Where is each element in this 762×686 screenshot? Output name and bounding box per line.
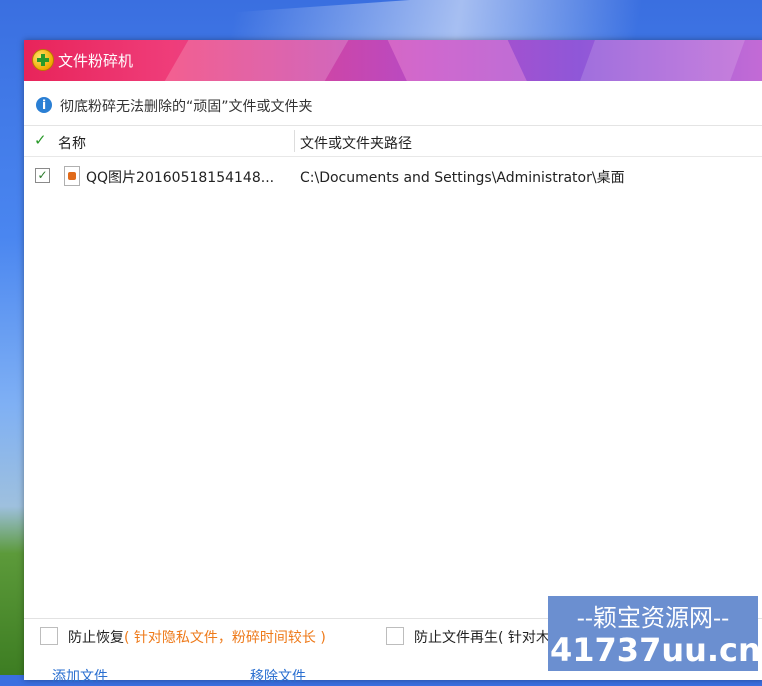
app-icon: [32, 49, 54, 71]
image-file-icon: [64, 166, 80, 186]
title-bar[interactable]: 文件粉碎机: [24, 40, 762, 81]
table-row[interactable]: ✓ QQ图片20160518154148... C:\Documents and…: [24, 162, 762, 190]
file-name: QQ图片20160518154148...: [86, 170, 275, 186]
prevent-regen-checkbox[interactable]: [386, 627, 404, 645]
watermark-logo: --颖宝资源网-- 41737uu.cn: [548, 596, 758, 671]
prevent-regen-label[interactable]: 防止文件再生( 针对木马: [414, 627, 564, 647]
prevent-recovery-label[interactable]: 防止恢复( 针对隐私文件，粉碎时间较长 ): [68, 627, 326, 647]
file-path: C:\Documents and Settings\Administrator\…: [300, 170, 625, 186]
add-file-link[interactable]: 添加文件: [52, 666, 108, 686]
info-bar: i 彻底粉碎无法删除的“顽固”文件或文件夹: [24, 81, 762, 126]
info-text: 彻底粉碎无法删除的“顽固”文件或文件夹: [60, 99, 313, 115]
watermark-bottom-text: 41737uu.cn: [550, 631, 758, 669]
column-separator[interactable]: [294, 130, 295, 152]
prevent-recovery-note: ( 针对隐私文件，粉碎时间较长 ): [124, 630, 326, 646]
column-header-name[interactable]: 名称: [58, 133, 86, 153]
prevent-recovery-text: 防止恢复: [68, 630, 124, 646]
file-shredder-window: 文件粉碎机 i 彻底粉碎无法删除的“顽固”文件或文件夹 ✓ 名称 文件或文件夹路…: [24, 40, 762, 685]
select-all-checkbox[interactable]: ✓: [34, 133, 49, 148]
row-checkbox[interactable]: ✓: [35, 168, 50, 183]
prevent-recovery-checkbox[interactable]: [40, 627, 58, 645]
list-header: ✓ 名称 文件或文件夹路径: [24, 126, 762, 157]
column-header-path[interactable]: 文件或文件夹路径: [300, 133, 412, 153]
window-title: 文件粉碎机: [58, 52, 134, 70]
remove-file-link[interactable]: 移除文件: [250, 666, 306, 686]
info-icon: i: [36, 97, 52, 113]
prevent-regen-text: 防止文件再生: [414, 630, 498, 646]
watermark-top-text: --颖宝资源网--: [576, 604, 730, 632]
